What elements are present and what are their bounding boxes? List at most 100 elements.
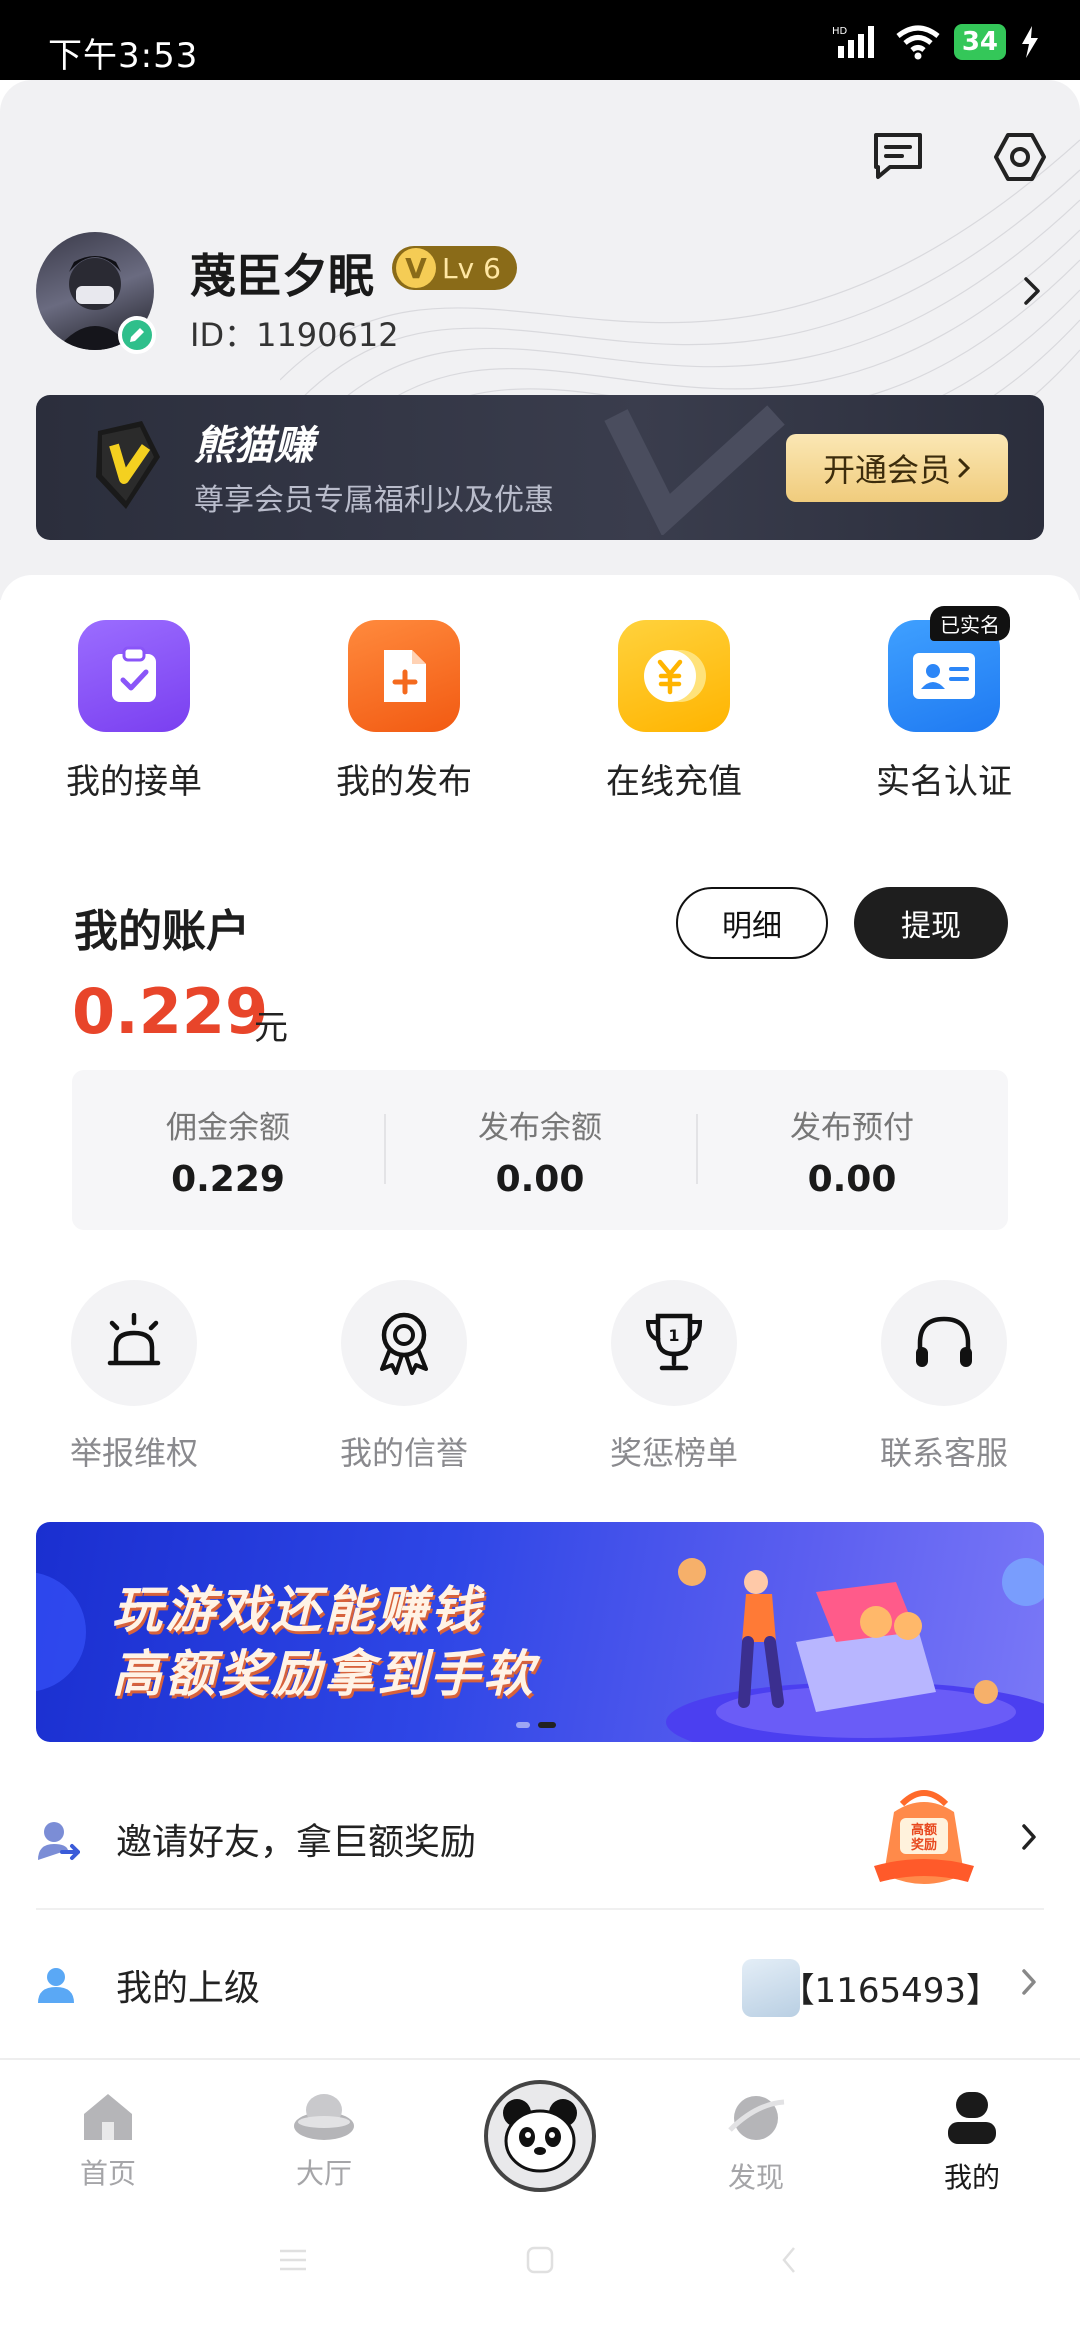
banner-line-1: 玩游戏还能赚钱	[112, 1581, 483, 1639]
tab-label: 大厅	[295, 2157, 352, 2190]
invite-friends-row[interactable]: 邀请好友，拿巨额奖励 高额 奖励	[36, 1770, 1044, 1910]
settings-icon[interactable]	[988, 125, 1052, 189]
clipboard-check-icon	[78, 620, 190, 732]
headset-icon	[881, 1280, 1007, 1406]
status-bar: 下午3:53 HD 34	[0, 0, 1080, 80]
wifi-icon	[896, 25, 940, 60]
account-title: 我的账户	[74, 906, 250, 957]
quick-action-my-orders[interactable]: 我的接单	[34, 620, 234, 803]
tool-rankings[interactable]: 1 奖惩榜单	[574, 1280, 774, 1474]
trophy-icon: 1	[611, 1280, 737, 1406]
balance-label: 发布预付	[790, 1110, 914, 1146]
invite-user-icon	[36, 1820, 81, 1868]
quick-action-real-name[interactable]: 已实名 实名认证	[844, 606, 1044, 803]
vip-title: 熊猫赚	[194, 423, 314, 469]
panda-center-button[interactable]	[484, 2080, 596, 2192]
quick-action-recharge[interactable]: 在线充值	[574, 620, 774, 803]
user-icon	[948, 2092, 996, 2144]
vip-logo-icon	[96, 421, 160, 509]
withdraw-button[interactable]: 提现	[854, 887, 1008, 959]
quick-action-label: 实名认证	[876, 762, 1012, 802]
level-text: Lv 6	[442, 251, 501, 285]
status-icons: HD 34	[832, 22, 1040, 62]
level-badge: V Lv 6	[392, 246, 517, 290]
open-membership-button[interactable]: 开通会员	[786, 434, 1008, 502]
document-add-icon	[348, 620, 460, 732]
chevron-right-icon	[1020, 1822, 1038, 1856]
banner-pagination	[516, 1722, 556, 1728]
quick-action-label: 我的接单	[66, 762, 202, 802]
user-id: ID：1190612	[190, 316, 399, 354]
tab-label: 首页	[79, 2157, 136, 2190]
svg-text:1: 1	[668, 1326, 679, 1345]
quick-action-my-posts[interactable]: 我的发布	[304, 620, 504, 803]
tab-label: 我的	[943, 2161, 1000, 2194]
chevron-right-icon	[958, 458, 971, 478]
open-membership-label: 开通会员	[822, 451, 951, 489]
my-superior-label: 我的上级	[116, 1968, 261, 2009]
quick-action-label: 在线充值	[606, 762, 742, 802]
balance-prepaid[interactable]: 发布预付 0.00	[696, 1070, 1008, 1230]
balance-commission[interactable]: 佣金余额 0.229	[72, 1070, 384, 1230]
balance-label: 佣金余额	[166, 1110, 290, 1146]
ingot-icon	[294, 2094, 354, 2140]
balance-value: 0.229	[171, 1159, 285, 1200]
username: 蔑臣夕眠	[190, 249, 374, 303]
panda-icon	[503, 2099, 577, 2173]
tab-mine[interactable]: 我的	[912, 2090, 1032, 2196]
profile-chevron-right-icon[interactable]	[1022, 275, 1042, 311]
svg-text:HD: HD	[832, 26, 848, 37]
promo-banner[interactable]: 玩游戏还能赚钱 高额奖励拿到手软	[36, 1522, 1044, 1742]
quick-action-label: 我的发布	[336, 762, 472, 802]
system-nav-bar	[0, 2208, 1080, 2340]
banner-line-2: 高额奖励拿到手软	[112, 1645, 536, 1703]
status-time: 下午3:53	[48, 36, 199, 76]
superior-id: 【1165493】	[780, 1971, 1000, 2011]
tool-label: 奖惩榜单	[609, 1434, 738, 1472]
tab-discover[interactable]: 发现	[696, 2090, 816, 2196]
vip-banner[interactable]: 熊猫赚 尊享会员专属福利以及优惠 开通会员	[36, 395, 1044, 540]
account-unit: 元	[254, 1008, 288, 1048]
vip-v-icon: V	[396, 248, 436, 288]
reward-bag-icon: 高额 奖励	[874, 1790, 974, 1884]
signal-icon: HD	[832, 26, 874, 58]
menu-nav-icon[interactable]	[278, 2248, 308, 2272]
tool-customer-service[interactable]: 联系客服	[844, 1280, 1044, 1474]
home-icon	[84, 2094, 132, 2140]
balance-summary: 佣金余额 0.229 发布余额 0.00 发布预付 0.00	[72, 1070, 1008, 1230]
verified-tag: 已实名	[930, 606, 1010, 641]
charging-icon	[1022, 26, 1038, 58]
vip-watermark-decoration	[604, 405, 785, 535]
invite-friends-label: 邀请好友，拿巨额奖励	[116, 1822, 477, 1863]
vip-subtitle: 尊享会员专属福利以及优惠	[194, 483, 554, 518]
banner-dot	[516, 1722, 530, 1728]
medal-icon	[341, 1280, 467, 1406]
edit-avatar-icon[interactable]	[118, 316, 156, 354]
balance-label: 发布余额	[478, 1110, 602, 1146]
detail-button[interactable]: 明细	[676, 887, 828, 959]
tab-home[interactable]: 首页	[48, 2090, 168, 2192]
message-icon[interactable]	[866, 125, 930, 189]
home-nav-icon[interactable]	[526, 2246, 554, 2274]
tool-label: 联系客服	[879, 1434, 1008, 1472]
tool-report[interactable]: 举报维权	[34, 1280, 234, 1474]
user-icon	[36, 1965, 76, 2009]
tab-label: 发现	[727, 2161, 784, 2194]
balance-publish[interactable]: 发布余额 0.00	[384, 1070, 696, 1230]
id-card-icon: 已实名	[888, 606, 1010, 732]
reward-badge-text-1: 高额	[911, 1822, 937, 1838]
yuan-coin-icon	[618, 620, 730, 732]
tool-label: 我的信誉	[339, 1434, 468, 1472]
reward-badge-text-2: 奖励	[911, 1837, 937, 1853]
back-nav-icon[interactable]	[780, 2246, 798, 2274]
tool-label: 举报维权	[69, 1434, 198, 1472]
tab-hall[interactable]: 大厅	[264, 2090, 384, 2192]
battery-indicator: 34	[953, 24, 1006, 60]
chevron-right-icon	[1020, 1967, 1038, 2001]
account-amount: 0.229	[72, 975, 269, 1048]
balance-value: 0.00	[807, 1159, 897, 1200]
balance-value: 0.00	[495, 1159, 585, 1200]
tool-reputation[interactable]: 我的信誉	[304, 1280, 504, 1474]
my-superior-row[interactable]: 我的上级 【1165493】	[36, 1915, 1044, 2055]
profile-header: 蔑臣夕眠 V Lv 6 ID：1190612 熊猫赚 尊享会员专属福利以及优惠 …	[0, 80, 1080, 600]
